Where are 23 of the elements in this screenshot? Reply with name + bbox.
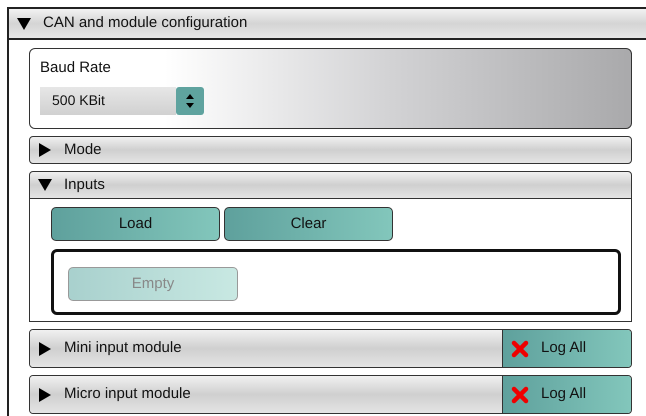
- baud-rate-label: Baud Rate: [40, 59, 111, 76]
- cross-icon: [511, 386, 529, 404]
- spinner-arrows-icon[interactable]: [185, 92, 195, 108]
- panel-header[interactable]: CAN and module configuration: [9, 9, 646, 40]
- module-title: Micro input module: [64, 384, 191, 404]
- log-all-button[interactable]: Log All: [503, 376, 631, 413]
- panel-title: CAN and module configuration: [43, 13, 248, 34]
- module-header[interactable]: Mini input module: [30, 330, 503, 367]
- module-header[interactable]: Micro input module: [30, 376, 503, 413]
- section-header[interactable]: Inputs: [29, 171, 632, 199]
- module-title: Mini input module: [64, 338, 182, 358]
- toolbar-button[interactable]: Load: [51, 207, 220, 241]
- toolbar-button[interactable]: Clear: [224, 207, 393, 241]
- log-all-button[interactable]: Log All: [503, 330, 631, 367]
- section-title: Inputs: [64, 174, 105, 195]
- expand-arrow-icon[interactable]: [38, 342, 52, 356]
- expand-arrow-icon[interactable]: [38, 388, 52, 402]
- cross-icon: [511, 340, 529, 358]
- section-header[interactable]: Mode: [29, 136, 632, 164]
- collapse-arrow-icon[interactable]: [17, 16, 31, 30]
- section-title: Mode: [64, 140, 102, 160]
- expand-arrow-icon[interactable]: [38, 143, 52, 157]
- collapse-arrow-icon[interactable]: [38, 178, 52, 192]
